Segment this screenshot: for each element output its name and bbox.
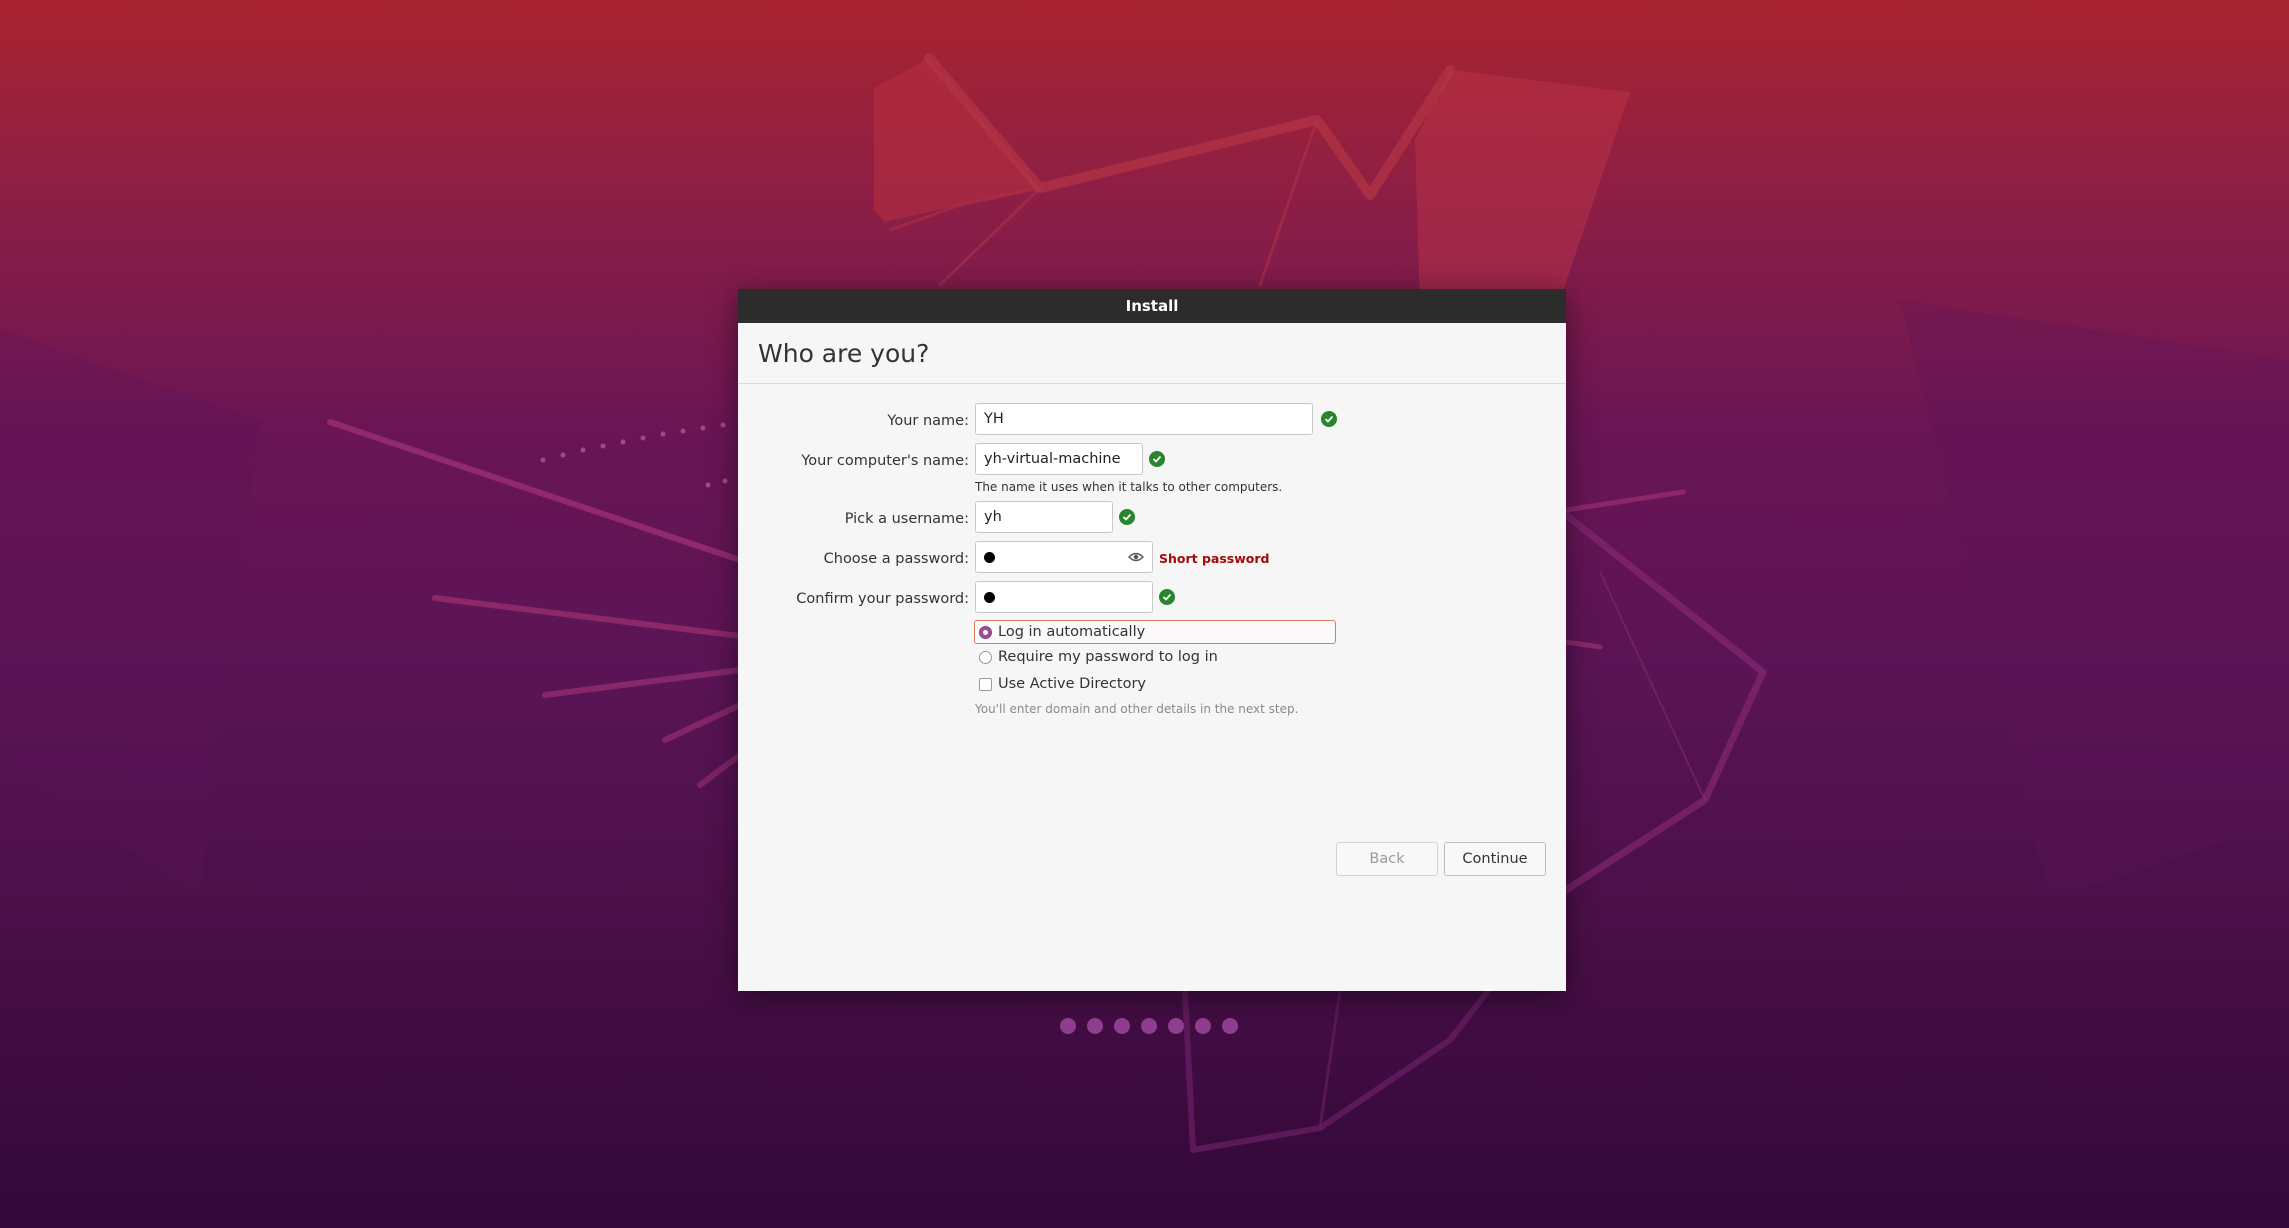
login-automatically-option[interactable]: Log in automatically (974, 620, 1336, 644)
progress-dot (1060, 1018, 1076, 1034)
name-input-value: YH (984, 411, 1004, 427)
progress-dot (1168, 1018, 1184, 1034)
active-directory-option[interactable]: Use Active Directory (979, 674, 1146, 694)
confirm-password-label: Confirm your password: (796, 591, 969, 607)
name-valid-check-icon (1321, 411, 1337, 427)
computer-name-label: Your computer's name: (801, 453, 969, 469)
computer-name-hint: The name it uses when it talks to other … (975, 480, 1283, 494)
progress-dot (1087, 1018, 1103, 1034)
password-input[interactable] (975, 541, 1153, 573)
username-input[interactable]: yh (975, 501, 1113, 533)
computer-name-input[interactable]: yh-virtual-machine (975, 443, 1143, 475)
page-header: Who are you? (738, 323, 1566, 384)
username-input-value: yh (984, 509, 1002, 525)
installer-window: Install Who are you? Your name: YH Your … (738, 289, 1566, 1034)
confirm-password-input[interactable] (975, 581, 1153, 613)
progress-dot (1195, 1018, 1211, 1034)
username-label: Pick a username: (844, 511, 969, 527)
install-progress (1060, 1018, 1238, 1034)
login-automatically-radio[interactable] (979, 625, 992, 639)
password-mask-dot (984, 551, 995, 563)
back-button[interactable]: Back (1336, 842, 1438, 876)
continue-button[interactable]: Continue (1444, 842, 1546, 876)
require-password-radio[interactable] (979, 650, 992, 664)
require-password-option[interactable]: Require my password to log in (979, 647, 1218, 667)
name-label: Your name: (887, 413, 969, 429)
name-input[interactable]: YH (975, 403, 1313, 435)
window-title: Install (1125, 297, 1179, 315)
computer-name-input-value: yh-virtual-machine (984, 451, 1121, 467)
computer-name-valid-check-icon (1149, 451, 1165, 467)
require-password-label: Require my password to log in (998, 649, 1218, 665)
active-directory-checkbox[interactable] (979, 677, 992, 691)
confirm-password-valid-check-icon (1159, 589, 1175, 605)
active-directory-hint: You'll enter domain and other details in… (975, 702, 1299, 716)
progress-dot (1141, 1018, 1157, 1034)
progress-dot (1114, 1018, 1130, 1034)
page-title: Who are you? (758, 338, 930, 368)
user-form: Your name: YH Your computer's name: yh-v… (738, 384, 1566, 1034)
active-directory-label: Use Active Directory (998, 676, 1146, 692)
login-automatically-label: Log in automatically (998, 624, 1146, 640)
password-strength-text: Short password (1159, 551, 1270, 566)
username-valid-check-icon (1119, 509, 1135, 525)
eye-icon[interactable] (1128, 551, 1144, 563)
window-titlebar[interactable]: Install (738, 289, 1566, 323)
password-label: Choose a password: (823, 551, 969, 567)
confirm-password-mask-dot (984, 591, 995, 603)
progress-dot (1222, 1018, 1238, 1034)
